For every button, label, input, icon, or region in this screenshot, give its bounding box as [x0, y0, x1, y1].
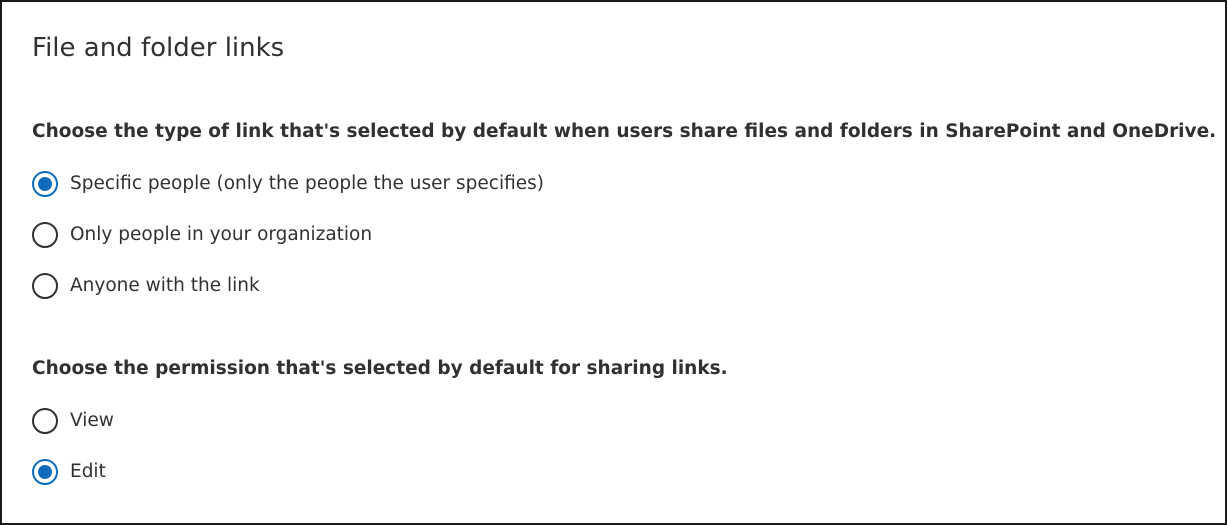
link-type-question: Choose the type of link that's selected …	[32, 121, 1217, 142]
radio-edit[interactable]: Edit	[32, 457, 106, 487]
radio-circle-icon[interactable]	[32, 459, 58, 485]
page-title: File and folder links	[32, 33, 285, 63]
radio-circle-icon[interactable]	[32, 171, 58, 197]
radio-only-organization[interactable]: Only people in your organization	[32, 220, 372, 250]
radio-label: View	[70, 410, 114, 431]
radio-circle-icon[interactable]	[32, 273, 58, 299]
radio-circle-icon[interactable]	[32, 222, 58, 248]
radio-anyone-with-link[interactable]: Anyone with the link	[32, 271, 260, 301]
radio-circle-icon[interactable]	[32, 408, 58, 434]
file-folder-links-panel: File and folder links Choose the type of…	[0, 0, 1227, 525]
permission-question: Choose the permission that's selected by…	[32, 358, 728, 379]
radio-view[interactable]: View	[32, 406, 114, 436]
radio-label: Only people in your organization	[70, 224, 373, 245]
radio-label: Edit	[70, 461, 106, 482]
radio-selected-dot-icon	[38, 465, 52, 479]
radio-label: Specific people (only the people the use…	[70, 173, 544, 194]
radio-specific-people[interactable]: Specific people (only the people the use…	[32, 169, 544, 199]
radio-selected-dot-icon	[38, 177, 52, 191]
radio-label: Anyone with the link	[70, 275, 260, 296]
